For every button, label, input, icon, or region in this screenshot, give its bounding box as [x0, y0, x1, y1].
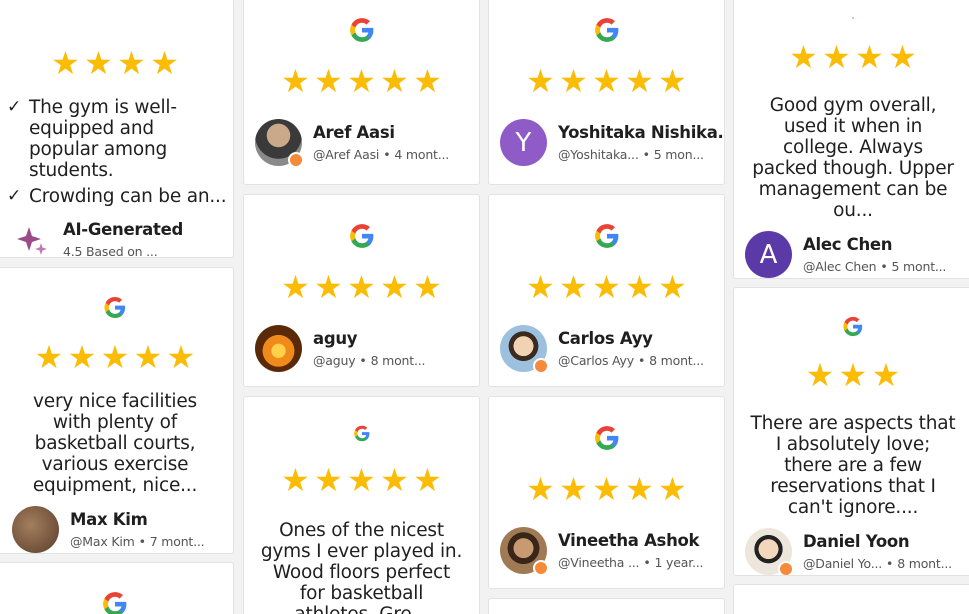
author-meta: @Alec Chen • 5 mont... [803, 259, 947, 274]
author-name[interactable]: Carlos Ayy [558, 329, 704, 348]
author-meta: @Daniel Yo... • 8 mont... [803, 556, 952, 571]
review-author: aguy @aguy • 8 mont... [255, 325, 426, 372]
author-meta: @Carlos Ayy • 8 mont... [558, 353, 704, 368]
review-card-yoshitaka[interactable]: ★ ★ ★ ★ ★ Y Yoshitaka Nishika... @Yoshitaka.… [488, 0, 725, 185]
ai-subtitle: 4.5 Based on ... [63, 244, 158, 258]
avatar [500, 527, 549, 576]
author-name[interactable]: Vineetha Ashok [558, 531, 703, 550]
review-card-aref[interactable]: ★ ★ ★ ★ ★ Aref Aasi @Aref Aasi • 4 mont... [243, 0, 480, 185]
author-meta: @Vineetha ... • 1 year... [558, 555, 704, 570]
review-card-maxkim[interactable]: ★ ★ ★ ★ ★ very nice facilities with plenty o… [0, 267, 234, 554]
star-rating: ★ ★ ★ ★ ★ [281, 268, 442, 306]
star-rating: ★ ★ ★ ★ ★ [281, 62, 442, 100]
local-guide-badge-icon [533, 560, 549, 576]
review-author: Aref Aasi @Aref Aasi • 4 mont... [255, 119, 450, 168]
local-guide-badge-icon [533, 358, 549, 374]
author-name[interactable]: Max Kim [70, 510, 204, 529]
author-meta: @Yoshitaka... • 5 mon... [558, 147, 704, 162]
review-author: Y Yoshitaka Nishika... @Yoshitaka... • 5 m… [500, 119, 724, 166]
review-author: Max Kim @Max Kim • 7 mont... [12, 506, 205, 553]
review-card-aguy[interactable]: ★ ★ ★ ★ ★ aguy @aguy • 8 mont... [243, 194, 480, 387]
local-guide-badge-icon [778, 561, 794, 575]
sparkle-icon [17, 226, 47, 255]
google-icon [353, 425, 369, 442]
star-rating: ★ ★ ★ ★ ★ [34, 338, 196, 376]
star-rating: ★ ★ ★ ★ ★ [281, 461, 442, 499]
ai-summary-points: ✓ The gym is well-equipped and popular am… [7, 97, 227, 212]
review-card-vineetha[interactable]: ★ ★ ★ ★ ★ Vineetha Ashok @Vineetha ... • 1 yea… [488, 396, 725, 589]
review-text: Good gym overall, used it when in colleg… [752, 95, 954, 221]
review-card-alec[interactable]: ★ ★ ★ ★ Good gym overall, used it when in c… [733, 0, 969, 279]
google-icon [852, 17, 854, 19]
google-icon [843, 316, 863, 337]
avatar [255, 119, 304, 168]
review-author: Daniel Yoon @Daniel Yo... • 8 mont... [745, 528, 952, 575]
star-rating: ★ ★ ★ ★ ★ [526, 268, 687, 306]
avatar [745, 528, 794, 575]
review-card-partial[interactable] [0, 562, 234, 614]
review-card-daniel[interactable]: ★ ★ ★ There are aspects that I absolutely … [733, 287, 969, 576]
author-meta: @Aref Aasi • 4 mont... [313, 147, 450, 162]
google-icon [103, 592, 127, 614]
author-name[interactable]: Aref Aasi [313, 123, 449, 142]
review-card-carlos[interactable]: ★ ★ ★ ★ ★ Carlos Ayy @Carlos Ayy • 8 mont... [488, 194, 725, 387]
google-icon [594, 224, 618, 248]
review-author: Carlos Ayy @Carlos Ayy • 8 mont... [500, 325, 704, 374]
avatar [255, 325, 302, 372]
google-icon [349, 18, 373, 42]
ai-point: ✓ The gym is well-equipped and popular am… [7, 97, 177, 181]
star-rating: ★ ★ ★ ★ ★ [526, 62, 687, 100]
avatar [500, 325, 549, 374]
star-rating: ★ ★ ★ [805, 356, 901, 394]
google-icon [594, 426, 618, 450]
ai-title: AI-Generated [63, 220, 183, 239]
review-author: Vineetha Ashok @Vineetha ... • 1 year... [500, 527, 704, 576]
review-card-partial[interactable] [488, 598, 725, 614]
author-name[interactable]: aguy [313, 329, 425, 348]
star-rating: ★ ★ ★ ★ ★ [526, 470, 687, 508]
ai-star-rating: ★ ★ ★ ★ [51, 44, 179, 82]
ai-source: AI-Generated 4.5 Based on ... [15, 220, 183, 258]
review-card-partial[interactable] [733, 584, 969, 614]
review-text: very nice facilities with plenty of bask… [32, 391, 198, 496]
ai-point: ✓ Crowding can be an... [7, 186, 227, 207]
review-card-nicest[interactable]: ★ ★ ★ ★ ★ Ones of the nicest gyms I ever pla… [243, 396, 480, 614]
author-name[interactable]: Yoshitaka Nishika... [558, 123, 724, 142]
avatar [12, 506, 59, 553]
review-text: There are aspects that I absolutely love… [750, 413, 956, 518]
avatar: Y [500, 119, 547, 166]
author-name[interactable]: Daniel Yoon [803, 532, 952, 551]
avatar: A [745, 231, 792, 278]
author-meta: @aguy • 8 mont... [313, 353, 426, 368]
ai-summary-card[interactable]: ★ ★ ★ ★ ✓ The gym is well-equipped and popul… [0, 0, 234, 258]
check-icon: ✓ [7, 186, 22, 206]
review-text: Ones of the nicest gyms I ever played in… [260, 520, 463, 614]
google-icon [594, 18, 618, 42]
google-icon [104, 296, 126, 319]
star-rating: ★ ★ ★ ★ [789, 38, 917, 76]
author-meta: @Max Kim • 7 mont... [70, 534, 205, 549]
author-name[interactable]: Alec Chen [803, 235, 946, 254]
review-author: A Alec Chen @Alec Chen • 5 mont... [745, 231, 946, 278]
local-guide-badge-icon [288, 152, 304, 168]
check-icon: ✓ [7, 97, 22, 117]
google-icon [349, 224, 373, 248]
